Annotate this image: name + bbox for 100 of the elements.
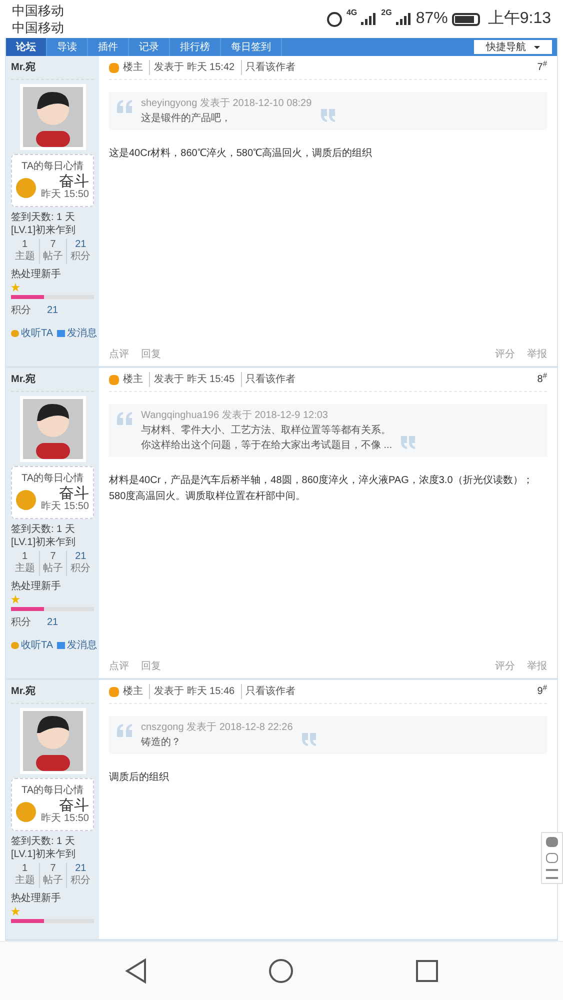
follow-link[interactable]: 收听TA — [11, 326, 54, 340]
star-icon — [11, 906, 20, 916]
op-icon — [109, 374, 119, 384]
user-rank: [LV.1]初来乍到 — [11, 848, 76, 860]
stat-label: 积分 — [70, 563, 91, 576]
points-label: 积分 — [11, 304, 31, 318]
stat-value[interactable]: 21 — [75, 550, 86, 563]
signal-icon — [361, 13, 378, 25]
stat-value[interactable]: 21 — [75, 862, 86, 875]
stat-value[interactable]: 21 — [75, 238, 86, 251]
stat-value[interactable]: 7 — [50, 238, 56, 251]
post-body: 这是40Cr材料，860℃淬火，580℃高温回火，调质后的组织 — [109, 146, 374, 161]
floor-number[interactable]: 9$^{#}$ — [537, 684, 547, 699]
comment-icon[interactable] — [546, 837, 558, 847]
close-quote-icon — [400, 436, 416, 449]
recent-apps-icon[interactable] — [414, 959, 438, 983]
floor-number[interactable]: 8$^{#}$ — [537, 372, 547, 387]
sign-days: 签到天数: 1 天 — [11, 834, 94, 848]
stat-label: 帖子 — [42, 251, 63, 264]
comment-link[interactable]: 点评 — [109, 347, 129, 362]
envelope-icon — [57, 330, 66, 336]
user-group[interactable]: 热处理新手 — [11, 268, 94, 280]
smiley-icon — [16, 178, 36, 198]
post-time: 发表于 昨天 15:45 — [149, 372, 235, 387]
quote-header: cnszgong 发表于 2018-12-8 22:26 — [141, 720, 293, 735]
stat-value[interactable]: 1 — [22, 238, 28, 251]
author-name[interactable]: Mr.宛 — [11, 60, 94, 80]
quote-header: Wangqinghua196 发表于 2018-12-9 12:03 — [141, 408, 329, 423]
quote-text: 与材料、零件大小、工艺方法、取样位置等等都有关系。 — [141, 424, 392, 438]
message-link[interactable]: 发消息 — [57, 638, 98, 652]
back-icon[interactable] — [124, 958, 146, 984]
battery-percent: 87% — [416, 9, 448, 29]
author-only-link[interactable]: 只看该作者 — [240, 372, 296, 387]
post-time: 发表于 昨天 15:46 — [149, 684, 235, 699]
nav-tab[interactable]: 论坛 — [6, 38, 47, 56]
post-body: 材料是40Cr，产品是汽车后桥半轴，48圆，860度淬火，淬火液PAG，浓度3.0（折光仪读数）；580度高温回火。调质取样位置在杆部中间。 — [109, 474, 534, 504]
report-link[interactable]: 举报 — [527, 659, 547, 674]
floor-number[interactable]: 7$^{#}$ — [537, 60, 547, 75]
post-time: 发表于 昨天 15:42 — [149, 60, 235, 75]
stat-label: 积分 — [70, 875, 91, 888]
stat-value[interactable]: 1 — [22, 550, 28, 563]
op-label: 楼主 — [123, 372, 143, 387]
op-label: 楼主 — [123, 684, 143, 699]
quote-text: 你这样给出这个问题，等于在给大家出考试题目，不像 ... — [141, 438, 392, 453]
open-quote-icon — [117, 412, 133, 425]
stat-label: 主题 — [14, 251, 35, 264]
author-only-link[interactable]: 只看该作者 — [240, 60, 296, 75]
points-value: 21 — [47, 616, 58, 630]
author-name[interactable]: Mr.宛 — [11, 372, 94, 392]
quote-text: 这是锻件的产品吧， — [141, 112, 232, 126]
stat-label: 帖子 — [42, 563, 63, 576]
stat-label: 主题 — [14, 875, 35, 888]
mood-title: TA的每日心情 — [21, 160, 84, 174]
mood-text: 奋斗 — [59, 174, 89, 189]
home-icon[interactable] — [268, 958, 294, 984]
message-link[interactable]: 发消息 — [57, 326, 98, 340]
follow-link[interactable]: 收听TA — [11, 638, 54, 652]
sign-days: 签到天数: 1 天 — [11, 210, 94, 224]
author-only-link[interactable]: 只看该作者 — [240, 684, 296, 699]
points-value: 21 — [47, 304, 58, 318]
open-quote-icon — [117, 724, 133, 737]
avatar-placeholder — [20, 708, 86, 774]
post-body: 调质后的组织 — [109, 770, 170, 785]
stat-label: 主题 — [14, 563, 35, 576]
user-group[interactable]: 热处理新手 — [11, 892, 94, 904]
op-icon — [109, 62, 119, 72]
user-rank: [LV.1]初来乍到 — [11, 224, 76, 236]
stat-value[interactable]: 7 — [50, 862, 56, 875]
report-link[interactable]: 举报 — [527, 347, 547, 362]
mood-time: 昨天 15:50 — [41, 813, 89, 826]
mood-time: 昨天 15:50 — [41, 189, 89, 202]
stat-label: 积分 — [70, 251, 91, 264]
quote-text: 铸造的？ — [141, 736, 182, 750]
clock-time: 上午9:13 — [488, 8, 551, 29]
close-quote-icon — [300, 733, 317, 746]
mood-title: TA的每日心情 — [21, 784, 84, 798]
comment-link[interactable]: 点评 — [109, 659, 129, 674]
author-name[interactable]: Mr.宛 — [11, 684, 94, 704]
star-icon — [11, 594, 20, 604]
mood-time: 昨天 15:50 — [41, 501, 89, 514]
mood-text: 奋斗 — [59, 486, 89, 501]
smiley-icon — [16, 802, 36, 822]
close-quote-icon — [320, 109, 336, 122]
network-type: 4G — [346, 7, 358, 19]
open-quote-icon — [117, 100, 133, 113]
stat-value[interactable]: 1 — [22, 862, 28, 875]
star-icon — [11, 282, 20, 292]
list-icon[interactable] — [546, 869, 558, 879]
stat-value[interactable]: 7 — [50, 550, 56, 563]
user-group[interactable]: 热处理新手 — [11, 580, 94, 592]
stat-label: 帖子 — [42, 875, 63, 888]
caret-icon — [534, 46, 540, 48]
quick-nav-button[interactable]: 快捷导航 — [474, 40, 552, 54]
envelope-icon — [57, 642, 66, 648]
op-label: 楼主 — [123, 60, 143, 75]
carrier-name: 中国移动 — [12, 2, 64, 19]
signal-icon — [396, 13, 412, 25]
op-icon — [109, 686, 119, 696]
sign-days: 签到天数: 1 天 — [11, 522, 94, 536]
smiley-icon — [16, 490, 36, 510]
